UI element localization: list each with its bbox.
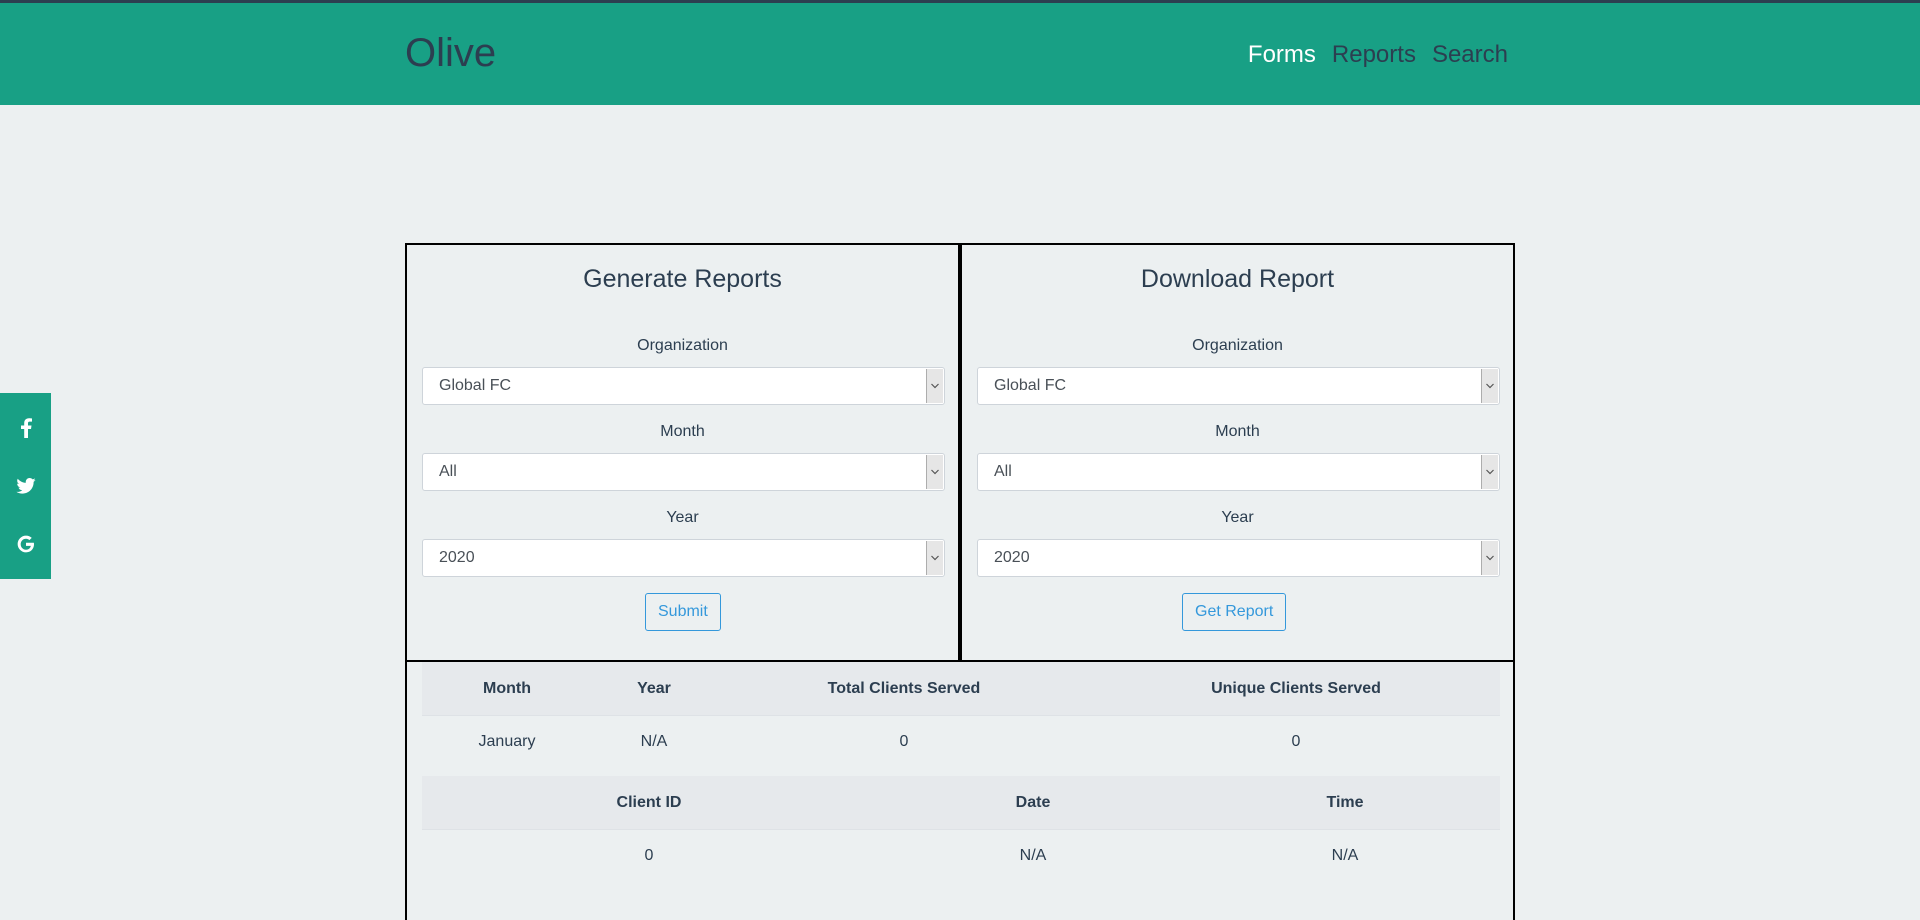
navbar: Olive Forms Reports Search [0,3,1920,105]
organization-select[interactable]: Global FC [422,367,945,405]
chevron-down-icon [926,369,943,403]
nav-forms[interactable]: Forms [1248,41,1316,69]
column-header: Client ID [422,776,876,830]
chevron-down-icon [926,541,943,575]
chevron-down-icon [1481,455,1498,489]
year-select[interactable]: 2020 [977,539,1500,577]
nav-search[interactable]: Search [1432,41,1508,69]
facebook-icon[interactable] [0,399,51,457]
get-report-button[interactable]: Get Report [1182,593,1287,631]
main-nav: Forms Reports Search [1248,41,1508,69]
table-header-row: Month Year Total Clients Served Unique C… [422,662,1500,716]
month-select[interactable]: All [977,453,1500,491]
table-row: January N/A 0 0 [422,715,1500,768]
download-report-title: Download Report [1140,265,1335,293]
organization-value: Global FC [994,377,1067,394]
column-header: Month [422,662,592,716]
table-row: 0 N/A N/A [422,829,1500,882]
generate-reports-title: Generate Reports [583,265,782,293]
column-header: Year [592,662,716,716]
brand-logo[interactable]: Olive [405,31,496,76]
table-cell: 0 [716,715,1092,768]
chevron-down-icon [1481,369,1498,403]
download-report-panel: Download Report Organization Global FC M… [960,243,1515,662]
table-cell: N/A [876,829,1190,882]
detail-table: Client ID Date Time 0 N/A N/A [422,776,1500,882]
chevron-down-icon [1481,541,1498,575]
organization-label: Organization [637,337,728,354]
submit-button[interactable]: Submit [645,593,721,631]
column-header: Unique Clients Served [1092,662,1500,716]
results-section: Month Year Total Clients Served Unique C… [405,660,1515,920]
summary-table: Month Year Total Clients Served Unique C… [422,662,1500,768]
year-value: 2020 [439,549,475,566]
table-header-row: Client ID Date Time [422,776,1500,830]
column-header: Date [876,776,1190,830]
year-value: 2020 [994,549,1030,566]
year-select[interactable]: 2020 [422,539,945,577]
organization-value: Global FC [439,377,512,394]
google-icon[interactable] [0,515,51,573]
month-select[interactable]: All [422,453,945,491]
column-header: Total Clients Served [716,662,1092,716]
table-cell: January [422,715,592,768]
generate-reports-panel: Generate Reports Organization Global FC … [405,243,960,662]
table-cell: N/A [592,715,716,768]
table-cell: N/A [1190,829,1500,882]
social-sidebar [0,393,51,579]
table-cell: 0 [422,829,876,882]
chevron-down-icon [926,455,943,489]
organization-select[interactable]: Global FC [977,367,1500,405]
month-value: All [439,463,457,480]
organization-label: Organization [1192,337,1283,354]
month-value: All [994,463,1012,480]
reports-container: Generate Reports Organization Global FC … [405,243,1515,920]
nav-reports[interactable]: Reports [1332,41,1416,69]
year-label: Year [1221,509,1254,526]
column-header: Time [1190,776,1500,830]
year-label: Year [666,509,699,526]
month-label: Month [660,423,705,440]
month-label: Month [1215,423,1260,440]
table-cell: 0 [1092,715,1500,768]
twitter-icon[interactable] [0,457,51,515]
